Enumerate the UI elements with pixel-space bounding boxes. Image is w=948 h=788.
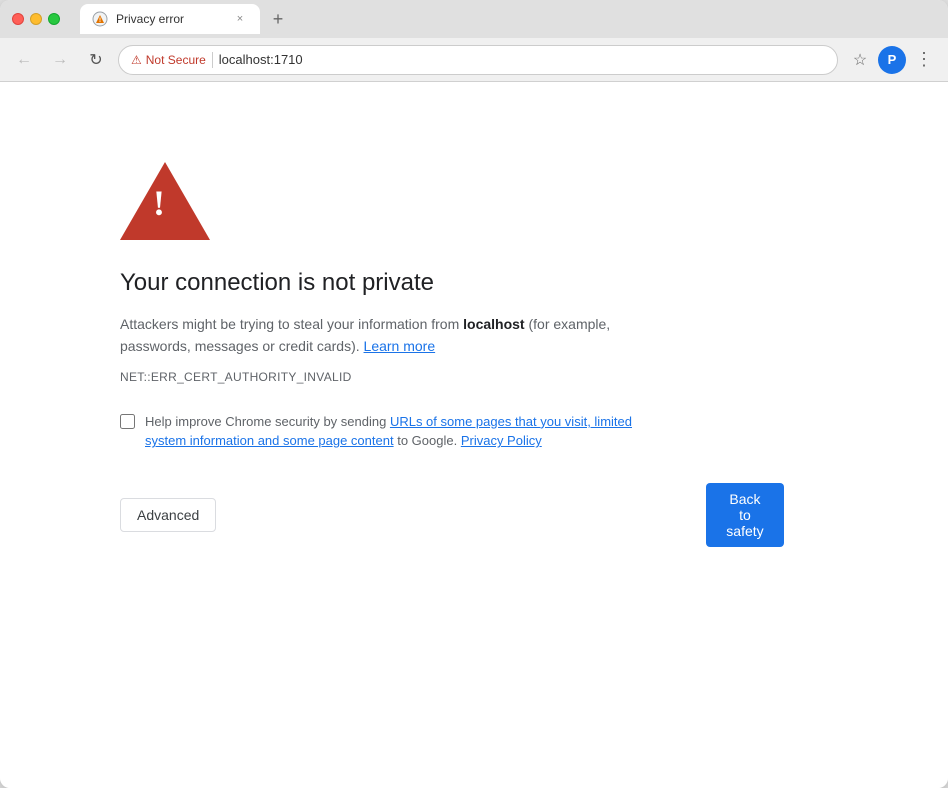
browser-window: ! Privacy error × + ← → ↻ ⚠ Not Secure l… <box>0 0 948 788</box>
bookmark-icon: ☆ <box>853 50 867 70</box>
profile-label: P <box>888 52 897 67</box>
maximize-window-button[interactable] <box>48 13 60 25</box>
hostname-bold: localhost <box>463 316 524 332</box>
tab-bar: ! Privacy error × + <box>80 4 936 34</box>
tab-close-button[interactable]: × <box>232 11 248 27</box>
telemetry-checkbox[interactable] <box>120 414 135 429</box>
reload-button[interactable]: ↻ <box>82 46 110 74</box>
checkbox-text-middle: to Google. <box>394 433 458 448</box>
close-window-button[interactable] <box>12 13 24 25</box>
url-display: localhost:1710 <box>219 52 303 67</box>
error-container: Your connection is not private Attackers… <box>120 162 720 547</box>
security-warning-icon: ⚠ <box>131 53 142 67</box>
minimize-window-button[interactable] <box>30 13 42 25</box>
toolbar-right: ☆ P ⋮ <box>846 46 938 74</box>
warning-triangle-icon <box>120 162 210 240</box>
tab-title: Privacy error <box>116 12 224 26</box>
advanced-button[interactable]: Advanced <box>120 498 216 532</box>
tab-favicon-icon: ! <box>92 11 108 27</box>
warning-icon-wrap <box>120 162 720 245</box>
traffic-lights <box>12 13 60 25</box>
titlebar: ! Privacy error × + <box>0 0 948 38</box>
back-button[interactable]: ← <box>10 46 38 74</box>
toolbar: ← → ↻ ⚠ Not Secure localhost:1710 ☆ P ⋮ <box>0 38 948 82</box>
svg-text:!: ! <box>99 18 101 24</box>
active-tab[interactable]: ! Privacy error × <box>80 4 260 34</box>
page-content: Your connection is not private Attackers… <box>0 82 948 788</box>
address-bar[interactable]: ⚠ Not Secure localhost:1710 <box>118 45 838 75</box>
learn-more-link[interactable]: Learn more <box>364 338 436 354</box>
button-row: Advanced Back to safety <box>120 483 720 547</box>
privacy-policy-link[interactable]: Privacy Policy <box>461 433 542 448</box>
menu-icon: ⋮ <box>915 49 933 70</box>
menu-button[interactable]: ⋮ <box>910 46 938 74</box>
bookmark-button[interactable]: ☆ <box>846 46 874 74</box>
security-label: Not Secure <box>146 53 206 67</box>
error-code: NET::ERR_CERT_AUTHORITY_INVALID <box>120 370 720 384</box>
back-to-safety-button[interactable]: Back to safety <box>706 483 783 547</box>
checkbox-row: Help improve Chrome security by sending … <box>120 412 660 451</box>
profile-button[interactable]: P <box>878 46 906 74</box>
address-bar-divider <box>212 52 213 68</box>
new-tab-button[interactable]: + <box>264 5 292 33</box>
description-prefix: Attackers might be trying to steal your … <box>120 316 463 332</box>
error-title: Your connection is not private <box>120 269 720 297</box>
checkbox-text-prefix: Help improve Chrome security by sending <box>145 414 390 429</box>
security-warning: ⚠ Not Secure <box>131 53 206 67</box>
forward-button[interactable]: → <box>46 46 74 74</box>
checkbox-label: Help improve Chrome security by sending … <box>145 412 660 451</box>
error-description: Attackers might be trying to steal your … <box>120 313 640 358</box>
